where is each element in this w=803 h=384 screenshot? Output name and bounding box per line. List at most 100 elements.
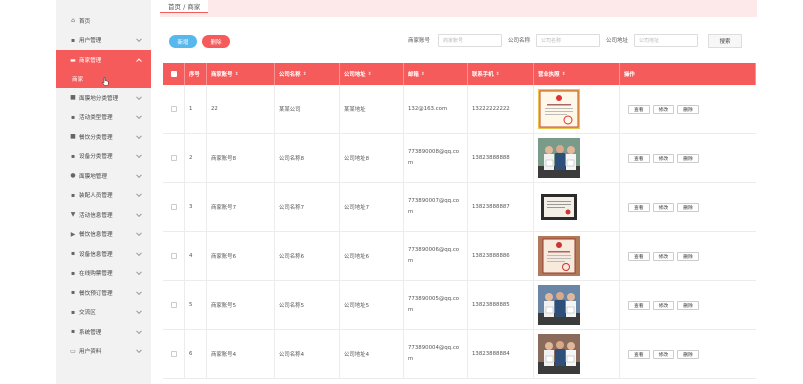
row-select-cell[interactable] [163, 232, 185, 280]
header-label: 公司名称 [279, 72, 301, 78]
view-button[interactable]: 查看 [628, 104, 650, 114]
sidebar-item[interactable]: ▪ 用户管理 [56, 31, 151, 51]
sidebar-item[interactable]: ▪ 在线购票管理 [56, 264, 151, 284]
sort-icon[interactable]: ⇕ [235, 72, 239, 77]
delete-row-button[interactable]: 删除 [677, 104, 699, 114]
company-search-input[interactable]: 公司名称 [536, 34, 600, 47]
header-account[interactable]: 商家账号 ⇕ [207, 63, 275, 85]
header-select-all[interactable] [163, 63, 185, 85]
row-checkbox[interactable] [170, 106, 177, 112]
header-license[interactable]: 营业执照 ⇕ [534, 63, 620, 85]
sidebar-item-label: 餐饮分类管理 [79, 134, 113, 141]
delete-row-button[interactable]: 删除 [677, 251, 699, 261]
license-image[interactable] [538, 334, 580, 374]
add-button[interactable]: 新增 [169, 35, 197, 48]
sidebar-item[interactable]: ▼ 活动信息管理 [56, 205, 151, 225]
table-row[interactable]: 3 商家账号7 公司名称7 公司地址7 773890007@qq.com 13823888… [163, 183, 756, 232]
delete-row-button[interactable]: 删除 [677, 349, 699, 359]
license-image[interactable] [538, 236, 580, 276]
sidebar-item[interactable]: ▪ 系统管理 [56, 322, 151, 342]
sidebar-item[interactable]: ● 面膜地管理 [56, 166, 151, 186]
row-checkbox[interactable] [170, 351, 177, 357]
cell-company: 某某公司 [275, 85, 340, 133]
view-button[interactable]: 查看 [628, 153, 650, 163]
cell-company: 公司名称4 [275, 330, 340, 378]
table-row[interactable]: 4 商家账号6 公司名称6 公司地址6 773890006@qq.com 13823888… [163, 232, 756, 281]
row-select-cell[interactable] [163, 281, 185, 329]
cell-company: 公司名称7 [275, 183, 340, 231]
table-header: 序号 商家账号 ⇕ 公司名称 ⇕ 公司地址 ⇕ 邮箱 ⇕ 联系手机 ⇕ 营业执照 ⇕ 操作 [163, 63, 756, 85]
header-label: 公司地址 [344, 72, 366, 78]
sort-icon[interactable]: ⇕ [496, 72, 500, 77]
edit-button[interactable]: 修改 [652, 153, 675, 163]
sidebar-item[interactable]: ▭ 用户资料 [56, 342, 151, 362]
row-select-cell[interactable] [163, 330, 185, 378]
index-text: 4 [189, 253, 193, 259]
row-select-cell[interactable] [163, 183, 185, 231]
edit-button[interactable]: 修改 [652, 300, 675, 310]
sidebar-item[interactable]: ▪ 交流区 [56, 303, 151, 323]
delete-row-button[interactable]: 删除 [677, 300, 699, 310]
sort-icon[interactable]: ⇕ [421, 72, 425, 77]
header-phone[interactable]: 联系手机 ⇕ [468, 63, 534, 85]
phone-text: 13823888886 [472, 253, 510, 259]
sidebar-item[interactable]: ▬ 商家管理 [56, 50, 151, 70]
view-button[interactable]: 查看 [628, 202, 650, 212]
license-image[interactable] [538, 187, 580, 227]
sidebar-subitem-label: 商家 [72, 77, 84, 83]
header-company[interactable]: 公司名称 ⇕ [275, 63, 340, 85]
edit-button[interactable]: 修改 [652, 202, 675, 212]
filter-label-address: 公司地址 [606, 38, 629, 44]
delete-row-button[interactable]: 删除 [677, 202, 699, 212]
row-checkbox[interactable] [170, 253, 177, 259]
select-all-checkbox[interactable] [170, 71, 177, 77]
phone-text: 13222222222 [472, 106, 510, 112]
sidebar-item[interactable]: ■ 面膜地分类管理 [56, 88, 151, 108]
view-button[interactable]: 查看 [628, 251, 650, 261]
sidebar-subitem-merchant[interactable]: 商家 [56, 70, 151, 88]
sort-icon[interactable]: ⇕ [303, 72, 307, 77]
view-button[interactable]: 查看 [628, 300, 650, 310]
cell-index: 4 [185, 232, 207, 280]
row-select-cell[interactable] [163, 134, 185, 182]
breadcrumb[interactable]: 首页 / 商家 [160, 0, 209, 13]
cell-email: 132@163.com [404, 85, 468, 133]
sidebar-item[interactable]: ▶ 餐饮信息管理 [56, 225, 151, 245]
sidebar-item[interactable]: ▪ 设备分类管理 [56, 147, 151, 167]
row-checkbox[interactable] [170, 204, 177, 210]
header-address[interactable]: 公司地址 ⇕ [340, 63, 404, 85]
account-search-input[interactable]: 商家账号 [438, 34, 502, 47]
address-search-input[interactable]: 公司地址 [634, 34, 698, 47]
delete-button[interactable]: 删除 [202, 35, 230, 48]
sort-icon[interactable]: ⇕ [562, 72, 566, 77]
search-button[interactable]: 搜索 [708, 34, 742, 48]
sidebar-item[interactable]: ▪ 装配人员管理 [56, 186, 151, 206]
table-row[interactable]: 6 商家账号4 公司名称4 公司地址4 773890004@qq.com 13823888… [163, 330, 756, 379]
cell-index: 6 [185, 330, 207, 378]
email-text: 773890004@qq.com [408, 345, 460, 362]
license-image[interactable] [538, 89, 580, 129]
sidebar-item[interactable]: ▪ 活动类型管理 [56, 108, 151, 128]
header-email[interactable]: 邮箱 ⇕ [404, 63, 468, 85]
table-row[interactable]: 5 商家账号5 公司名称5 公司地址5 773890005@qq.com 13823888… [163, 281, 756, 330]
row-checkbox[interactable] [170, 155, 177, 161]
cell-account: 商家账号4 [207, 330, 275, 378]
license-image[interactable] [538, 138, 580, 178]
sort-icon[interactable]: ⇕ [368, 72, 372, 77]
cell-address: 公司地址4 [340, 330, 404, 378]
row-checkbox[interactable] [170, 302, 177, 308]
sidebar-item[interactable]: ⌂ 首页 [56, 11, 151, 31]
edit-button[interactable]: 修改 [652, 251, 675, 261]
license-image[interactable] [538, 285, 580, 325]
company-text: 公司名称8 [279, 156, 304, 162]
table-row[interactable]: 1 22 某某公司 某某地址 132@163.com 13222222222 查看 修改 删除 [163, 85, 756, 134]
table-row[interactable]: 2 商家账号8 公司名称8 公司地址8 773890008@qq.com 13823888… [163, 134, 756, 183]
view-button[interactable]: 查看 [628, 349, 650, 359]
delete-row-button[interactable]: 删除 [677, 153, 699, 163]
edit-button[interactable]: 修改 [652, 349, 675, 359]
sidebar-item[interactable]: ■ 餐饮分类管理 [56, 127, 151, 147]
row-select-cell[interactable] [163, 85, 185, 133]
sidebar-item[interactable]: ▪ 设备信息管理 [56, 244, 151, 264]
sidebar-item[interactable]: ▪ 餐饮预订管理 [56, 283, 151, 303]
edit-button[interactable]: 修改 [652, 104, 675, 114]
